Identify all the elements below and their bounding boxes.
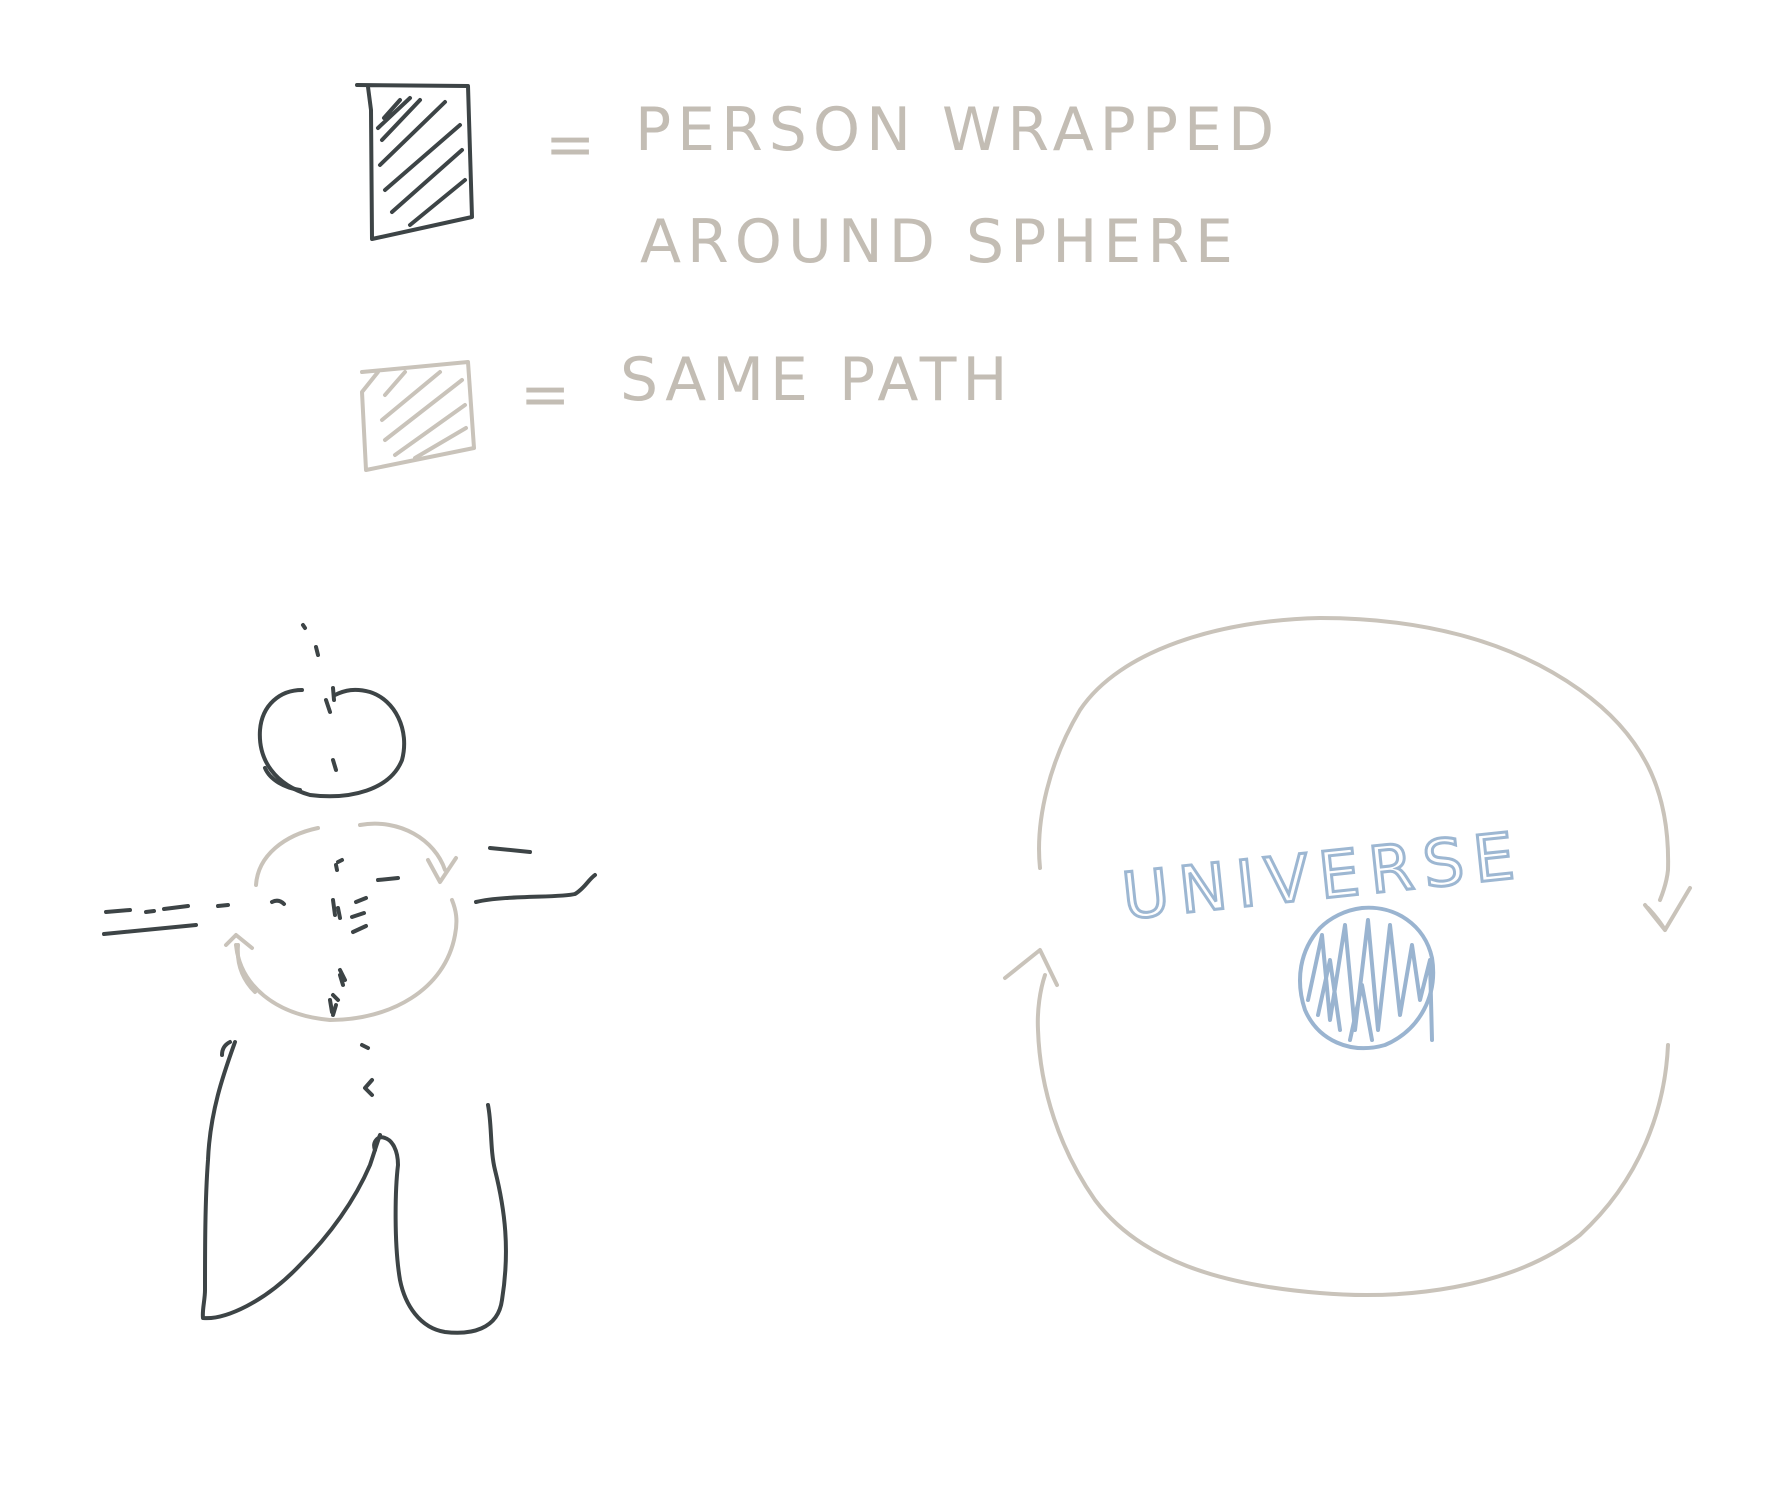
legend-item-person-wrapped: = PERSON WRAPPED AROUND SPHERE [355,83,1280,277]
legend: = PERSON WRAPPED AROUND SPHERE = SAME PA… [355,83,1280,472]
torso-path-circle [224,821,459,1022]
svg-text:=: = [520,360,576,430]
light-hatched-box-icon [360,360,476,472]
legend-item-same-path: = SAME PATH [360,345,1014,472]
right-leg [372,1103,508,1335]
left-leg [200,1040,382,1321]
universe-diagram: UNIVERSE [1003,616,1692,1297]
hand-drawn-diagram: = PERSON WRAPPED AROUND SPHERE = SAME PA… [102,83,1692,1335]
person-figure [102,623,597,1335]
dark-hatched-box-icon [355,83,474,241]
legend-label-line2: AROUND SPHERE [640,207,1239,277]
legend-label-same-path: SAME PATH [620,345,1014,415]
head [257,687,407,799]
legend-label-line1: PERSON WRAPPED [635,95,1280,165]
blue-sphere [1298,905,1436,1051]
left-arm [102,903,230,936]
right-arm [474,846,597,904]
svg-text:=: = [545,110,601,180]
universe-label: UNIVERSE [1119,819,1528,935]
